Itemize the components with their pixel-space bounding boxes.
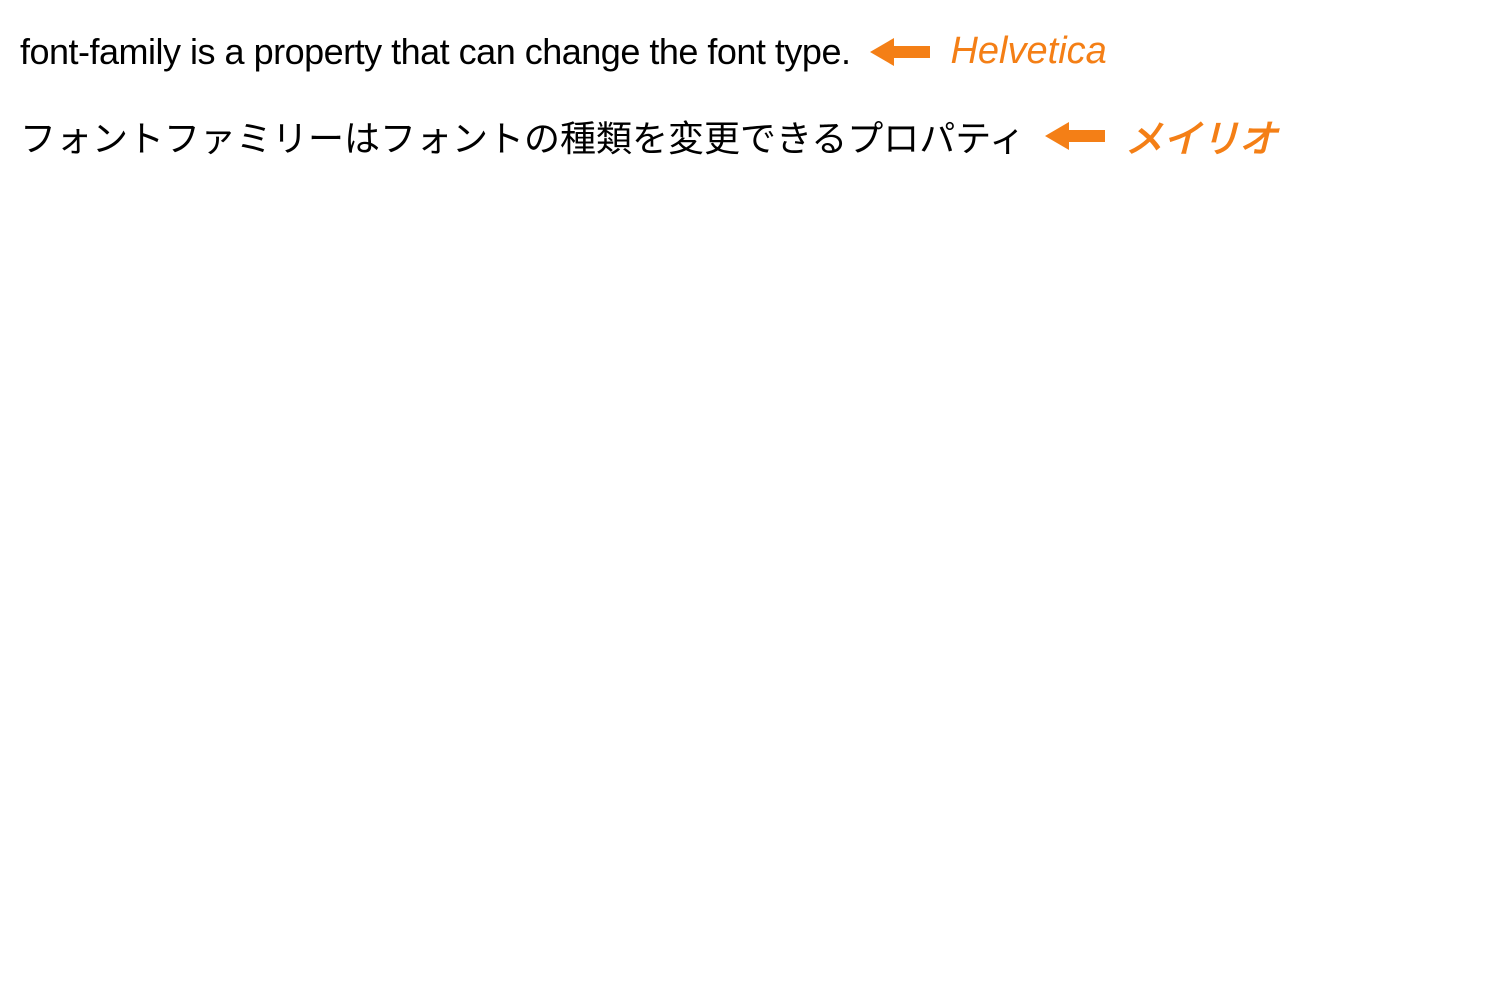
example-text-english: font-family is a property that can chang… <box>20 31 850 73</box>
font-label-helvetica: Helvetica <box>950 30 1106 73</box>
example-row-meiryo: フォントファミリーはフォントの種類を変更できるプロパティ メイリオ <box>20 108 1480 163</box>
font-label-meiryo: メイリオ <box>1125 108 1277 163</box>
left-arrow-icon <box>870 34 930 70</box>
example-text-japanese: フォントファミリーはフォントの種類を変更できるプロパティ <box>20 110 1025 162</box>
example-row-helvetica: font-family is a property that can chang… <box>20 30 1480 73</box>
left-arrow-icon <box>1045 118 1105 154</box>
